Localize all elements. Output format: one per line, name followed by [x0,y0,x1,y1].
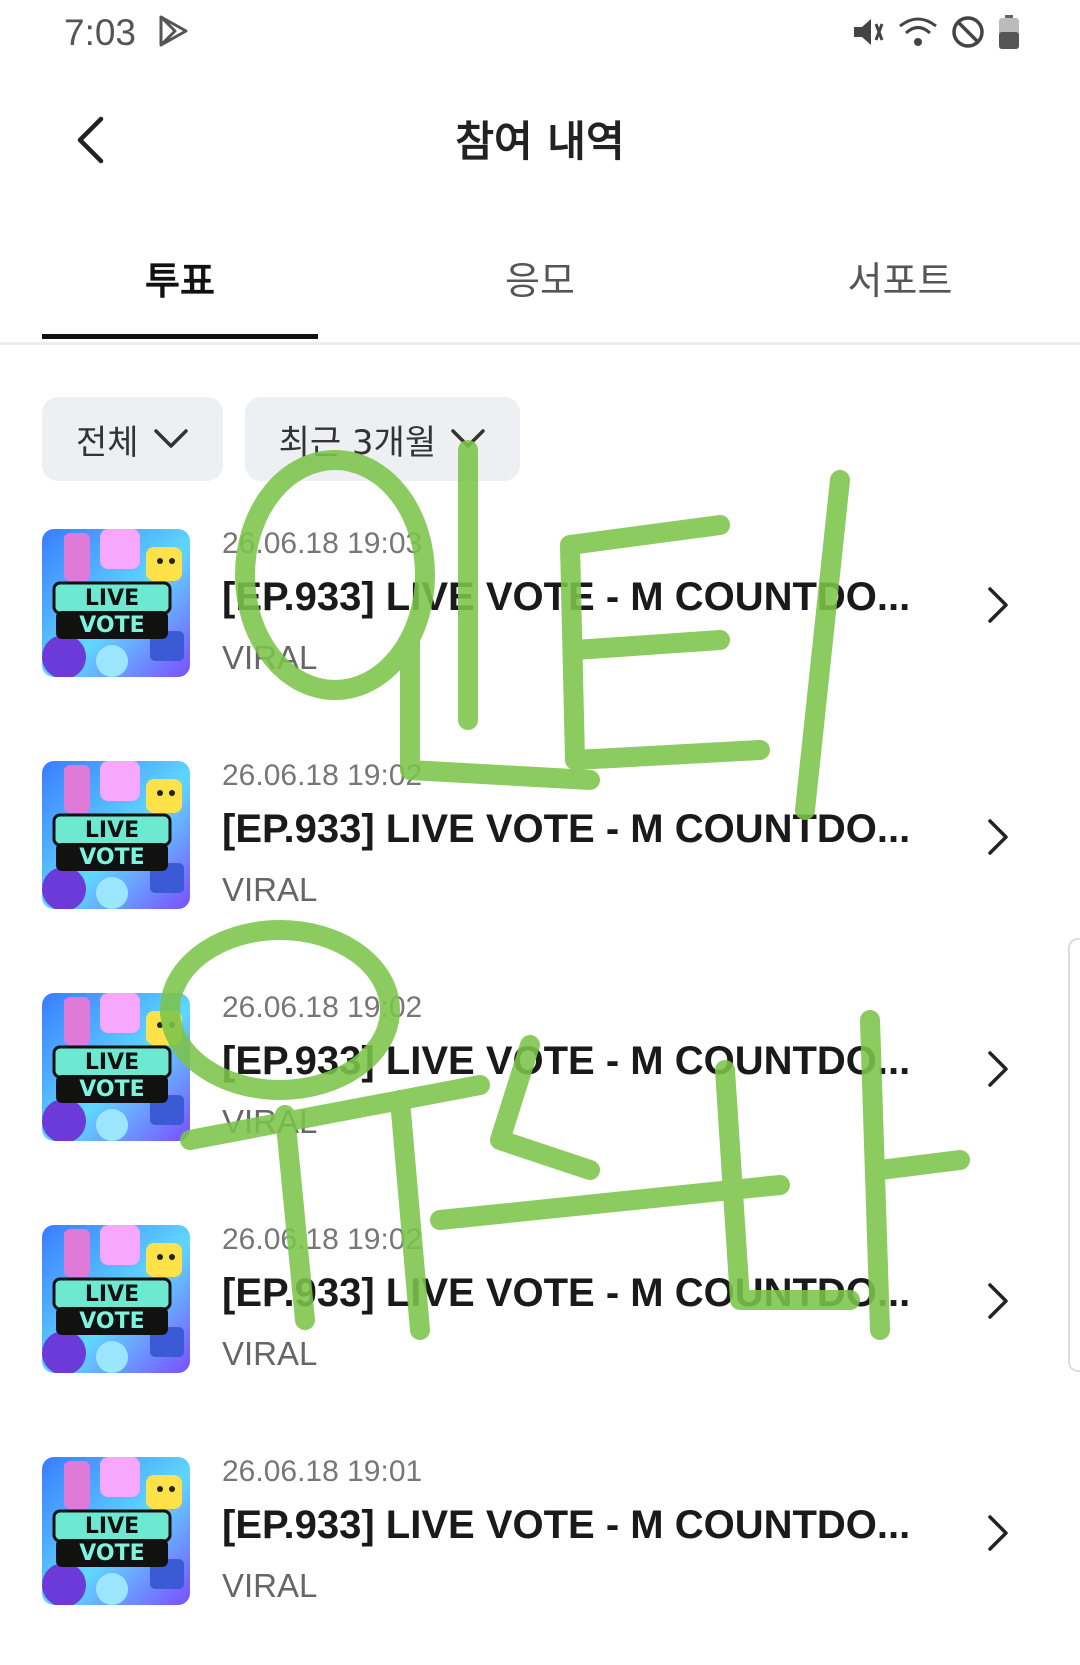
active-tab-indicator [42,334,318,339]
list-item[interactable]: LIVE VOTE 26.06.18 19:01 [EP.933] LIVE V… [0,1433,1080,1665]
svg-text:VOTE: VOTE [79,845,144,870]
status-time: 7:03 [64,12,137,53]
svg-text:VOTE: VOTE [79,1077,144,1102]
status-bar: 7:03 [0,0,1080,70]
item-category: VIRAL [222,639,318,676]
svg-text:LIVE: LIVE [85,818,139,843]
list-item[interactable]: LIVE VOTE 26.06.18 19:02 [EP.933] LIVE V… [0,737,1080,969]
filter-bar: 전체 최근 3개월 [42,397,521,481]
item-date: 26.06.18 19:02 [222,1223,423,1256]
chevron-right-icon [988,587,1008,623]
do-not-disturb-icon [950,14,986,54]
chevron-down-icon [451,429,485,448]
item-title: [EP.933] LIVE VOTE - M COUNTDO... [222,1503,911,1547]
item-category: VIRAL [222,1103,318,1140]
tab-bar: 투표 응모 서포트 [0,230,1080,345]
mute-vibrate-icon [850,14,886,54]
svg-text:LIVE: LIVE [85,586,139,611]
item-category: VIRAL [222,871,318,908]
svg-text:LIVE: LIVE [85,1050,139,1075]
play-store-icon [156,14,190,52]
page-title: 참여 내역 [455,117,625,166]
item-title: [EP.933] LIVE VOTE - M COUNTDO... [222,807,911,851]
chevron-right-icon [988,819,1008,855]
scrollbar[interactable] [1068,938,1080,1372]
list-item[interactable]: LIVE VOTE 26.06.18 19:03 [EP.933] LIVE V… [0,505,1080,737]
list-item[interactable]: LIVE VOTE 26.06.18 19:02 [EP.933] LIVE V… [0,1201,1080,1433]
status-icons [850,14,1020,54]
svg-text:VOTE: VOTE [79,1541,144,1566]
tab-vote[interactable]: 투표 [42,250,318,305]
live-vote-thumbnail: LIVE VOTE [42,993,190,1141]
app-header: 참여 내역 [0,90,1080,180]
list-item[interactable]: LIVE VOTE 26.06.18 19:02 [EP.933] LIVE V… [0,969,1080,1201]
tab-entry[interactable]: 응모 [402,250,678,305]
period-filter-dropdown[interactable]: 최근 3개월 [244,397,521,481]
svg-text:LIVE: LIVE [85,1282,139,1307]
live-vote-thumbnail: LIVE VOTE [42,1225,190,1373]
item-date: 26.06.18 19:02 [222,991,423,1024]
chevron-right-icon [988,1515,1008,1551]
item-date: 26.06.18 19:03 [222,527,423,560]
category-filter-dropdown[interactable]: 전체 [42,397,223,481]
item-date: 26.06.18 19:02 [222,759,423,792]
item-title: [EP.933] LIVE VOTE - M COUNTDO... [222,1271,911,1315]
live-vote-thumbnail: LIVE VOTE [42,761,190,909]
vote-history-list: LIVE VOTE 26.06.18 19:03 [EP.933] LIVE V… [0,505,1080,1665]
period-filter-label: 최근 3개월 [278,422,437,463]
live-vote-thumbnail: LIVE VOTE [42,529,190,677]
chevron-right-icon [988,1051,1008,1087]
svg-text:VOTE: VOTE [79,1309,144,1334]
chevron-down-icon [153,429,188,448]
svg-text:VOTE: VOTE [79,613,144,638]
svg-text:LIVE: LIVE [85,1514,139,1539]
live-vote-thumbnail: LIVE VOTE [42,1457,190,1605]
item-category: VIRAL [222,1335,318,1372]
wifi-icon [898,14,938,54]
category-filter-label: 전체 [76,422,139,463]
item-title: [EP.933] LIVE VOTE - M COUNTDO... [222,1039,911,1083]
battery-icon [998,14,1020,54]
chevron-right-icon [988,1283,1008,1319]
item-category: VIRAL [222,1567,318,1604]
item-title: [EP.933] LIVE VOTE - M COUNTDO... [222,575,911,619]
item-date: 26.06.18 19:01 [222,1455,423,1488]
tab-support[interactable]: 서포트 [762,250,1038,305]
